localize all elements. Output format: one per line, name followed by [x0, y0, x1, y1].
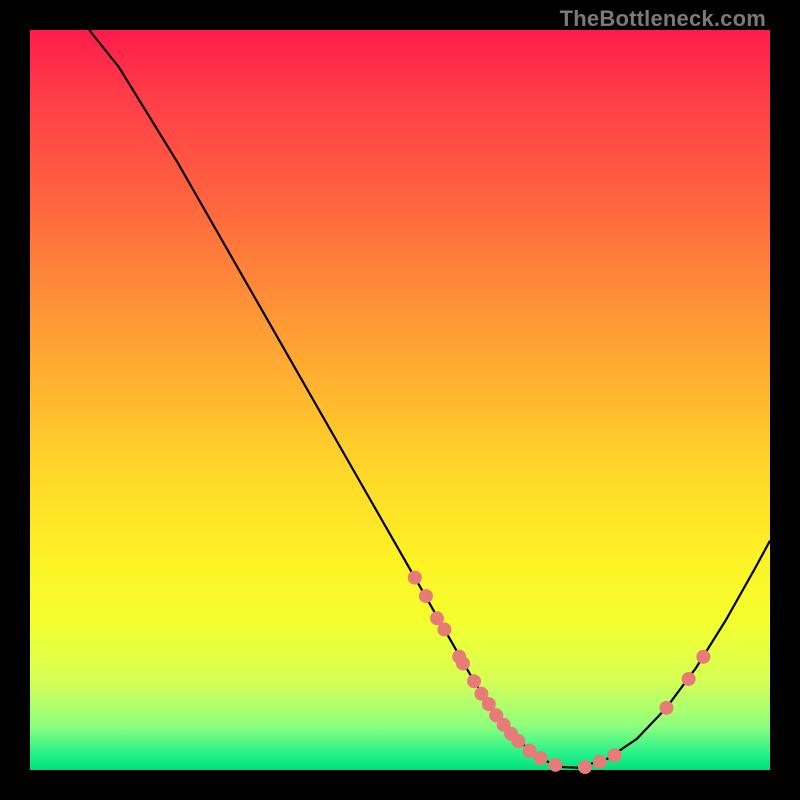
- data-point: [419, 589, 433, 603]
- bottleneck-curve: [89, 30, 770, 768]
- data-point: [456, 656, 470, 670]
- data-point: [548, 758, 562, 772]
- data-point: [534, 751, 548, 765]
- data-point: [578, 760, 592, 774]
- data-point: [437, 622, 451, 636]
- data-point: [696, 650, 710, 664]
- data-point: [467, 674, 481, 688]
- data-point: [593, 755, 607, 769]
- data-point: [659, 701, 673, 715]
- data-points-group: [408, 571, 711, 774]
- watermark-text: TheBottleneck.com: [560, 6, 766, 32]
- data-point: [608, 748, 622, 762]
- data-point: [682, 672, 696, 686]
- chart-area: [30, 30, 770, 770]
- data-point: [408, 571, 422, 585]
- chart-svg: [30, 30, 770, 770]
- data-point: [511, 734, 525, 748]
